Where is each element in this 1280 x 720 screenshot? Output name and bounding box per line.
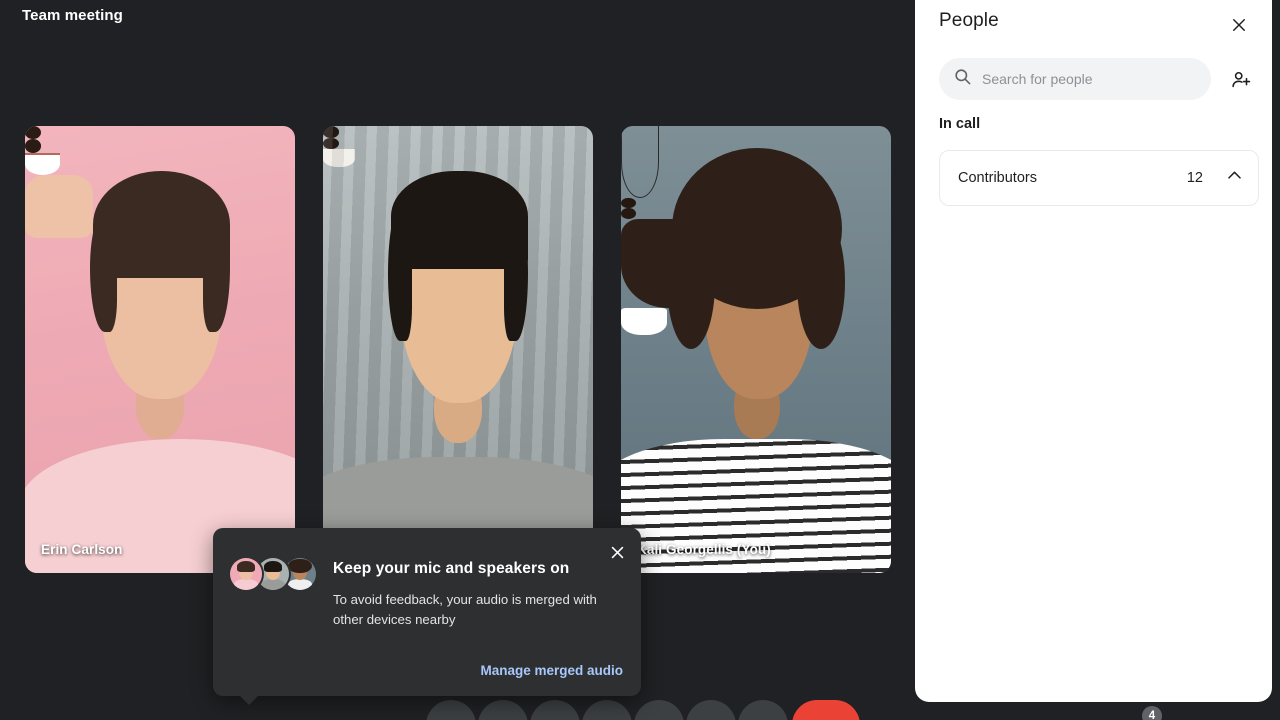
photo-shape [25,152,61,176]
coachmark-pointer [238,694,260,705]
close-icon[interactable] [1225,11,1253,39]
chevron-up-icon[interactable] [1225,166,1244,190]
photo-shape [621,308,667,336]
participant-photo [621,126,891,573]
meet-window: Team meeting Erin Carlson Kali Georgelli… [0,0,1280,720]
video-tile-joe-kirkpatrick[interactable] [323,126,593,573]
tile-name-label: Kali Georgellis (You) [637,542,771,557]
coachmark-avatar-group [228,556,320,592]
photo-shape [387,206,413,341]
captions-button[interactable] [530,700,580,720]
photo-shape [25,139,42,153]
coachmark-body: To avoid feedback, your audio is merged … [333,592,597,628]
microphone-button[interactable] [426,700,476,720]
close-icon[interactable] [603,538,631,566]
video-tile-erin-carlson[interactable]: Erin Carlson [25,126,295,573]
video-tile-kali-georgellis[interactable]: Kali Georgellis (You) [621,126,891,573]
search-row [915,58,1272,100]
contributors-header[interactable]: Contributors 12 [940,151,1258,205]
status-badge: 4 [1142,706,1162,720]
manage-merged-audio-link[interactable]: Manage merged audio [480,663,623,678]
photo-shape [503,206,529,341]
tile-name-label: Erin Carlson [41,542,123,557]
call-control-bar [0,698,915,720]
photo-shape [203,215,231,332]
search-input[interactable] [982,71,1197,87]
leave-call-button[interactable] [792,700,860,720]
photo-shape [621,197,636,209]
contributors-count: 12 [1186,170,1203,186]
photo-shape [25,126,42,140]
photo-shape [25,175,93,238]
in-call-label: In call [939,116,981,132]
person-add-icon[interactable] [1227,66,1255,94]
emoji-button[interactable] [582,700,632,720]
panel-header: People [915,0,1272,48]
meeting-title: Team meeting [22,7,123,24]
photo-shape [621,126,659,198]
avatar-erin [228,556,264,592]
raise-hand-button[interactable] [686,700,736,720]
contributors-label: Contributors [958,170,1037,186]
contributors-card: Contributors 12 [939,150,1259,206]
photo-shape [89,215,117,332]
camera-button[interactable] [478,700,528,720]
coachmark-title: Keep your mic and speakers on [333,560,570,577]
people-panel: People Search for people In call Contrib… [915,0,1272,702]
more-options-button[interactable] [738,700,788,720]
present-screen-button[interactable] [634,700,684,720]
search-box[interactable] [939,58,1211,100]
participant-photo [25,126,295,573]
merged-audio-coachmark: Keep your mic and speakers on To avoid f… [213,528,641,696]
participant-photo [323,126,593,573]
photo-shape [672,148,843,310]
photo-shape [621,208,636,219]
video-stage: Team meeting Erin Carlson Kali Georgelli… [0,0,915,720]
search-icon [953,67,972,91]
panel-title: People [939,10,999,31]
